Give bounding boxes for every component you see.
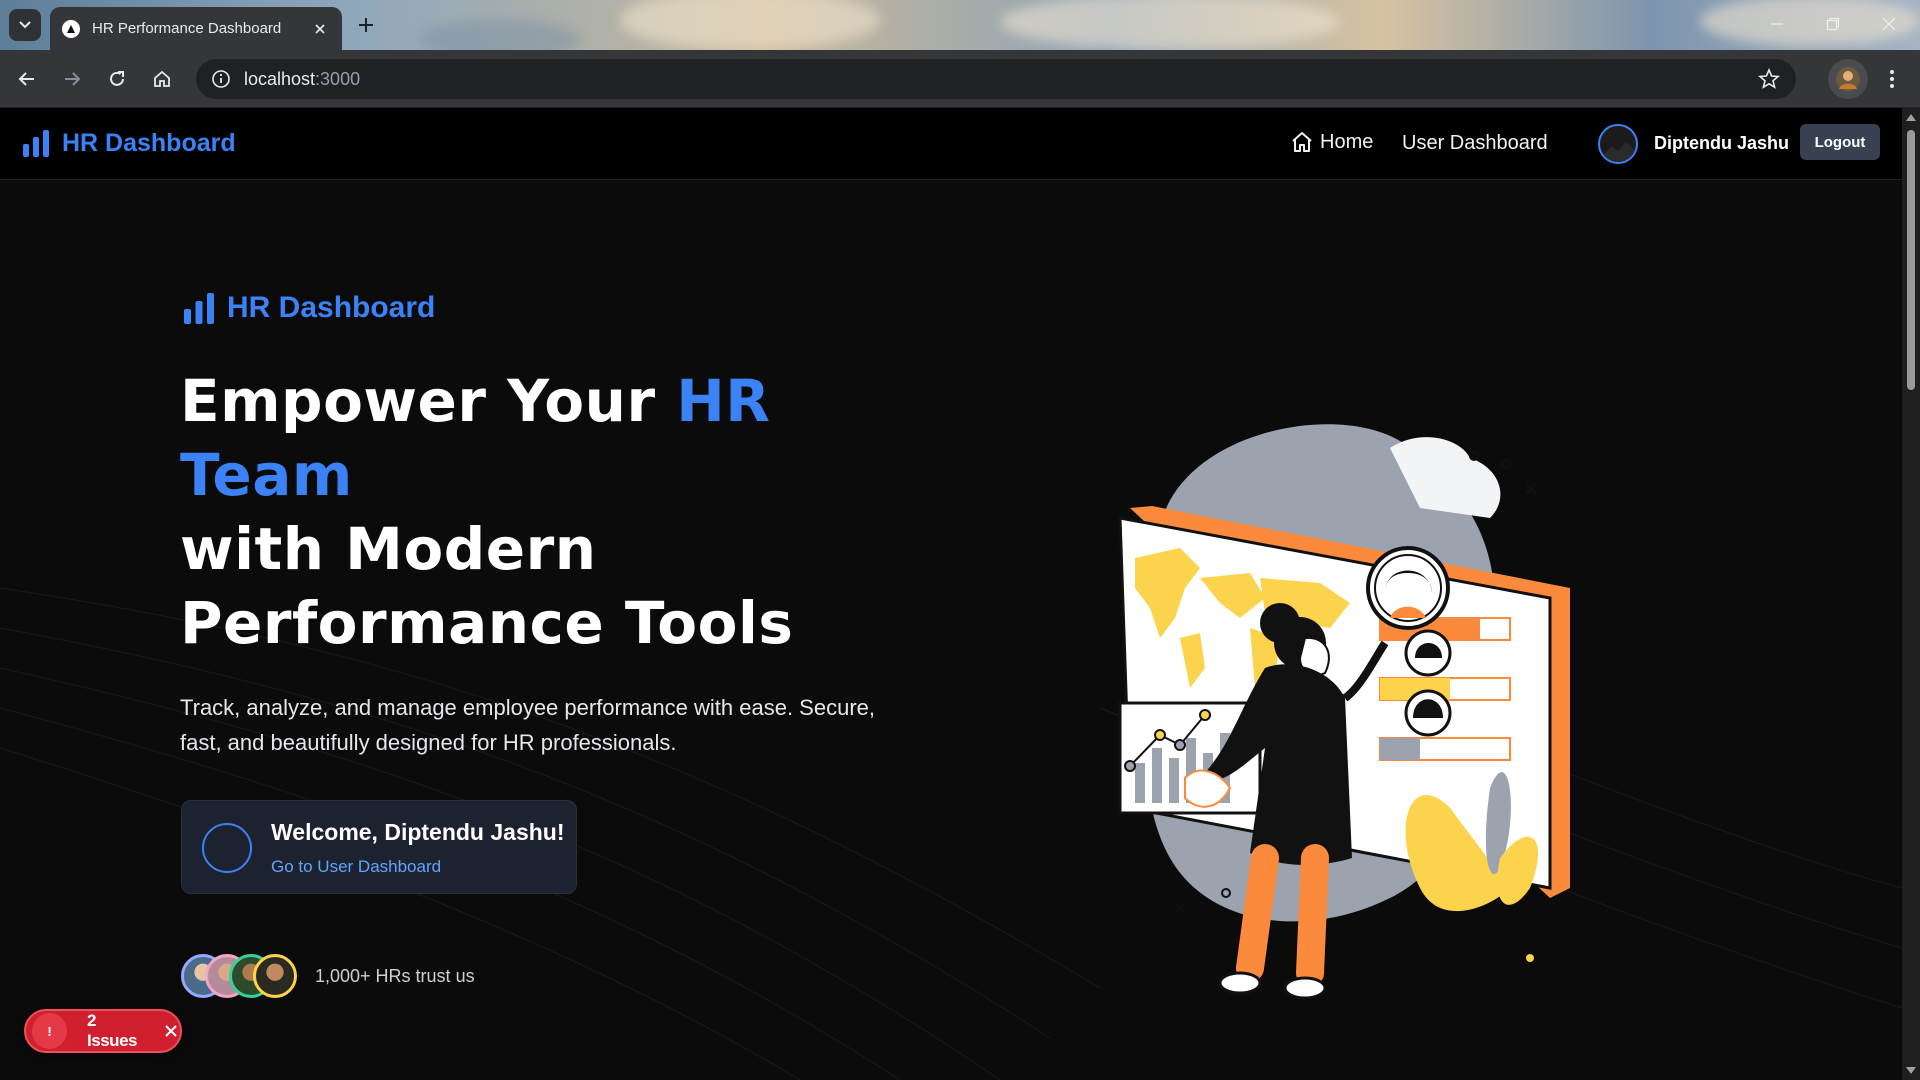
arrow-left-icon — [18, 72, 34, 86]
close-icon[interactable] — [162, 1022, 180, 1040]
home-icon — [154, 70, 170, 87]
trust-row: 1,000+ HRs trust us — [181, 954, 475, 998]
user-avatar[interactable] — [1598, 124, 1638, 164]
welcome-card: Welcome, Diptendu Jashu! Go to User Dash… — [181, 800, 577, 894]
kebab-menu-icon — [1890, 70, 1894, 88]
broken-image-avatar-icon — [1604, 142, 1634, 162]
arrow-right-icon — [65, 72, 81, 86]
back-button[interactable] — [12, 64, 42, 94]
issues-count-label: 2 Issues — [87, 1011, 137, 1050]
hero-headline: Empower Your HR Team with Modern Perform… — [180, 364, 940, 660]
window-close-button[interactable] — [1866, 8, 1912, 40]
profile-avatar-icon — [1836, 67, 1860, 91]
brand-text: HR Dashboard — [62, 128, 236, 157]
browser-toolbar: localhost:3000 — [0, 50, 1920, 108]
home-button[interactable] — [147, 64, 177, 94]
window-minimize-button[interactable] — [1754, 8, 1800, 40]
url-text: localhost:3000 — [244, 68, 361, 89]
nav-home-link[interactable]: Home — [1290, 130, 1373, 154]
new-tab-button[interactable] — [352, 11, 380, 39]
nav-username: Diptendu Jashu — [1654, 133, 1790, 153]
go-to-user-dashboard-link[interactable]: Go to User Dashboard — [271, 857, 441, 877]
bookmark-star-icon[interactable] — [1758, 67, 1780, 90]
bar-chart-icon — [184, 293, 214, 324]
headline-part1: Empower Your — [180, 367, 677, 435]
home-icon — [1292, 132, 1312, 152]
nav-user-dashboard-link[interactable]: User Dashboard — [1402, 132, 1548, 155]
issues-alert-icon: ! — [32, 1013, 68, 1049]
hero-badge: HR Dashboard — [183, 291, 435, 325]
avatar — [253, 954, 297, 998]
reload-button[interactable] — [102, 64, 132, 94]
browser-tab-active[interactable]: HR Performance Dashboard — [50, 7, 342, 50]
dev-issues-pill[interactable]: ! 2 Issues — [24, 1009, 182, 1053]
plus-icon — [359, 18, 373, 32]
address-bar[interactable]: localhost:3000 — [196, 59, 1796, 99]
reload-icon — [110, 71, 124, 86]
window-restore-button[interactable] — [1810, 8, 1856, 40]
browser-menu-button[interactable] — [1880, 64, 1904, 94]
hr-avatar-stack — [181, 954, 297, 998]
brand-logo-link[interactable]: HR Dashboard — [22, 128, 236, 158]
scrollbar-thumb[interactable] — [1907, 130, 1915, 390]
hr-illustration — [1118, 424, 1570, 1000]
minimize-icon — [1771, 23, 1783, 25]
scroll-up-arrow-icon[interactable] — [1906, 114, 1916, 121]
welcome-title: Welcome, Diptendu Jashu! — [271, 819, 565, 845]
scroll-down-arrow-icon[interactable] — [1906, 1067, 1916, 1074]
trust-text: 1,000+ HRs trust us — [315, 965, 475, 986]
welcome-avatar — [202, 823, 252, 873]
logout-button[interactable]: Logout — [1800, 124, 1880, 160]
bar-chart-icon — [23, 130, 49, 157]
top-navbar: HR Dashboard Home User Dashboard Diptend… — [0, 108, 1902, 180]
hero-subtext: Track, analyze, and manage employee perf… — [180, 695, 875, 755]
hero-badge-text: HR Dashboard — [227, 291, 436, 324]
browser-profile-avatar[interactable] — [1828, 59, 1868, 99]
page-scrollbar[interactable] — [1902, 108, 1920, 1080]
tab-search-button[interactable] — [9, 9, 41, 41]
site-info-icon[interactable] — [210, 68, 232, 90]
nav-home-label: Home — [1320, 130, 1374, 153]
tab-close-icon[interactable] — [310, 19, 330, 39]
forward-button[interactable] — [57, 64, 87, 94]
close-icon — [1882, 17, 1896, 31]
page-viewport: HR Dashboard Home User Dashboard Diptend… — [0, 108, 1902, 1080]
tab-title: HR Performance Dashboard — [92, 20, 282, 37]
headline-part2: with Modern Performance Tools — [180, 515, 794, 657]
restore-icon — [1826, 17, 1840, 31]
chevron-down-icon — [19, 21, 31, 29]
browser-tabstrip: HR Performance Dashboard — [0, 0, 1920, 50]
nextjs-favicon-icon — [62, 19, 80, 38]
